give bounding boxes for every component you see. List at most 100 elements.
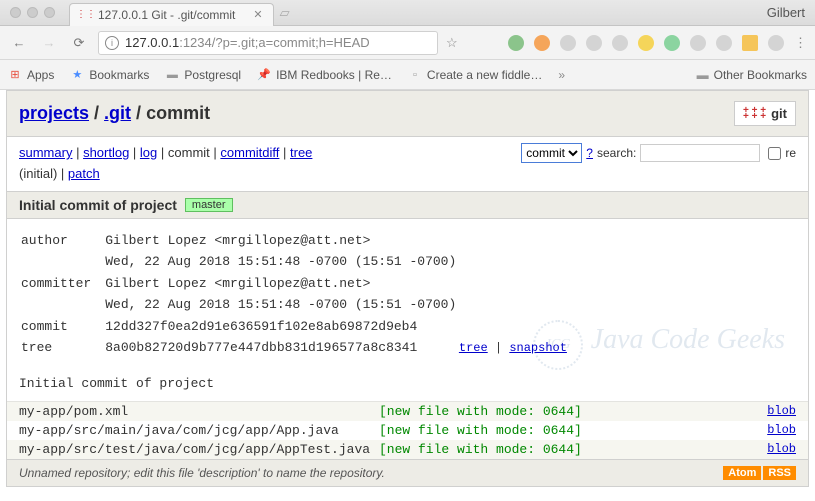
committer-date: Wed, 22 Aug 2018 15:51:48 -0700 (15:51 -… [105,295,579,315]
url-path: /?p=.git;a=commit;h=HEAD [212,35,370,50]
reload-button[interactable]: ⟳ [68,32,90,54]
minimize-dot[interactable] [27,7,38,18]
tree-link[interactable]: tree [459,341,488,355]
regex-label: re [785,146,796,160]
projects-link[interactable]: projects [19,103,89,123]
close-tab-icon[interactable]: ✕ [253,8,262,21]
action-label: commit [146,103,210,123]
file-row: my-app/src/main/java/com/jcg/app/App.jav… [7,421,808,440]
shortlog-link[interactable]: shortlog [83,145,129,160]
feed-links: Atom RSS [723,466,796,480]
log-link[interactable]: log [140,145,157,160]
ext-icon[interactable] [768,35,784,51]
search-input[interactable] [640,144,760,162]
page-header: projects / .git / commit + + ++ + + git [7,91,808,137]
commit-current: commit [168,145,210,160]
commit-title: Initial commit of project master [7,191,808,219]
apps-shortcut[interactable]: ⊞Apps [8,68,54,82]
blob-link[interactable]: blob [767,404,796,418]
regex-checkbox[interactable] [768,147,781,160]
ext-icon[interactable] [534,35,550,51]
bookmark-item[interactable]: 📌IBM Redbooks | Re… [257,68,392,82]
blob-link[interactable]: blob [767,423,796,437]
menu-icon[interactable]: ⋮ [794,35,807,51]
other-bookmarks[interactable]: ▬Other Bookmarks [697,68,807,82]
snapshot-link[interactable]: snapshot [509,341,567,355]
ext-icon[interactable] [508,35,524,51]
browser-tabbar: ⋮⋮ 127.0.0.1 Git - .git/commit ✕ ▱ Gilbe… [0,0,815,26]
search-help-link[interactable]: ? [586,146,593,160]
ext-icon[interactable] [690,35,706,51]
page-icon: ▫ [408,68,422,82]
file-mode: [new file with mode: 0644] [379,423,582,438]
back-button[interactable]: ← [8,32,30,54]
forward-button[interactable]: → [38,32,60,54]
author-date: Wed, 22 Aug 2018 15:51:48 -0700 (15:51 -… [105,252,579,272]
zoom-dot[interactable] [44,7,55,18]
window-controls[interactable] [10,7,55,18]
gitweb-page: projects / .git / commit + + ++ + + git … [6,90,809,487]
file-mode: [new file with mode: 0644] [379,404,582,419]
patch-link[interactable]: patch [68,166,100,181]
file-row: my-app/src/test/java/com/jcg/app/AppTest… [7,440,808,459]
bookmarks-bar: ⊞Apps ★Bookmarks ▬Postgresql 📌IBM Redboo… [0,60,815,90]
rss-link[interactable]: RSS [763,466,796,480]
branch-badge[interactable]: master [185,198,233,212]
extensions: ⋮ [508,35,807,51]
tree-hash: 8a00b82720d9b777e447dbb831d196577a8c8341 [105,340,417,355]
file-path: my-app/src/main/java/com/jcg/app/App.jav… [19,423,379,438]
commit-hash-label: commit [21,317,103,337]
favicon-icon: ⋮⋮ [80,9,92,21]
breadcrumb: projects / .git / commit [19,103,210,124]
committer-value: Gilbert Lopez <mrgillopez@att.net> [105,274,579,294]
atom-link[interactable]: Atom [723,466,761,480]
apps-icon: ⊞ [8,68,22,82]
new-tab-icon[interactable]: ▱ [280,5,290,21]
ext-icon[interactable] [612,35,628,51]
search-type-select[interactable]: commit [521,143,582,163]
commit-metadata: authorGilbert Lopez <mrgillopez@att.net>… [7,219,808,370]
close-dot[interactable] [10,7,21,18]
address-bar: ← → ⟳ i 127.0.0.1:1234/?p=.git;a=commit;… [0,26,815,60]
folder-icon: ▬ [697,68,709,82]
bookmark-item[interactable]: ▬Postgresql [165,68,241,82]
ext-icon[interactable] [716,35,732,51]
browser-tab[interactable]: ⋮⋮ 127.0.0.1 Git - .git/commit ✕ [69,3,274,26]
tab-title: 127.0.0.1 Git - .git/commit [98,8,235,22]
site-info-icon[interactable]: i [105,36,119,50]
search-area: commit ? search: re [521,143,796,163]
url-field[interactable]: i 127.0.0.1:1234/?p=.git;a=commit;h=HEAD [98,31,438,55]
files-list: my-app/pom.xml [new file with mode: 0644… [7,402,808,459]
file-row: my-app/pom.xml [new file with mode: 0644… [7,402,808,421]
search-label: search: [597,146,636,160]
page-footer: Unnamed repository; edit this file 'desc… [7,459,808,486]
repo-link[interactable]: .git [104,103,131,123]
file-path: my-app/src/test/java/com/jcg/app/AppTest… [19,442,379,457]
url-port: :1234 [179,35,212,50]
commitdiff-link[interactable]: commitdiff [220,145,279,160]
ext-icon[interactable] [742,35,758,51]
repo-description: Unnamed repository; edit this file 'desc… [19,466,385,480]
tree-link[interactable]: tree [290,145,312,160]
nav-row: summary | shortlog | log | commit | comm… [7,137,808,191]
bookmark-item[interactable]: ▫Create a new fiddle… [408,68,542,82]
committer-label: committer [21,274,103,294]
blob-link[interactable]: blob [767,442,796,456]
commit-subject: Initial commit of project [19,197,177,213]
commit-hash: 12dd327f0ea2d91e636591f102e8ab69872d9eb4 [105,317,579,337]
ext-icon[interactable] [560,35,576,51]
author-label: author [21,231,103,251]
ext-icon[interactable] [638,35,654,51]
pin-icon: 📌 [257,68,271,82]
summary-link[interactable]: summary [19,145,72,160]
profile-name[interactable]: Gilbert [767,5,805,20]
nav-links: summary | shortlog | log | commit | comm… [19,143,312,185]
commit-message: Initial commit of project [7,370,808,402]
overflow-icon[interactable]: » [558,68,565,82]
git-logo[interactable]: + + ++ + + git [734,101,796,126]
bookmark-item[interactable]: ★Bookmarks [70,68,149,82]
star-icon[interactable]: ☆ [446,35,458,51]
author-value: Gilbert Lopez <mrgillopez@att.net> [105,231,579,251]
ext-icon[interactable] [586,35,602,51]
ext-icon[interactable] [664,35,680,51]
